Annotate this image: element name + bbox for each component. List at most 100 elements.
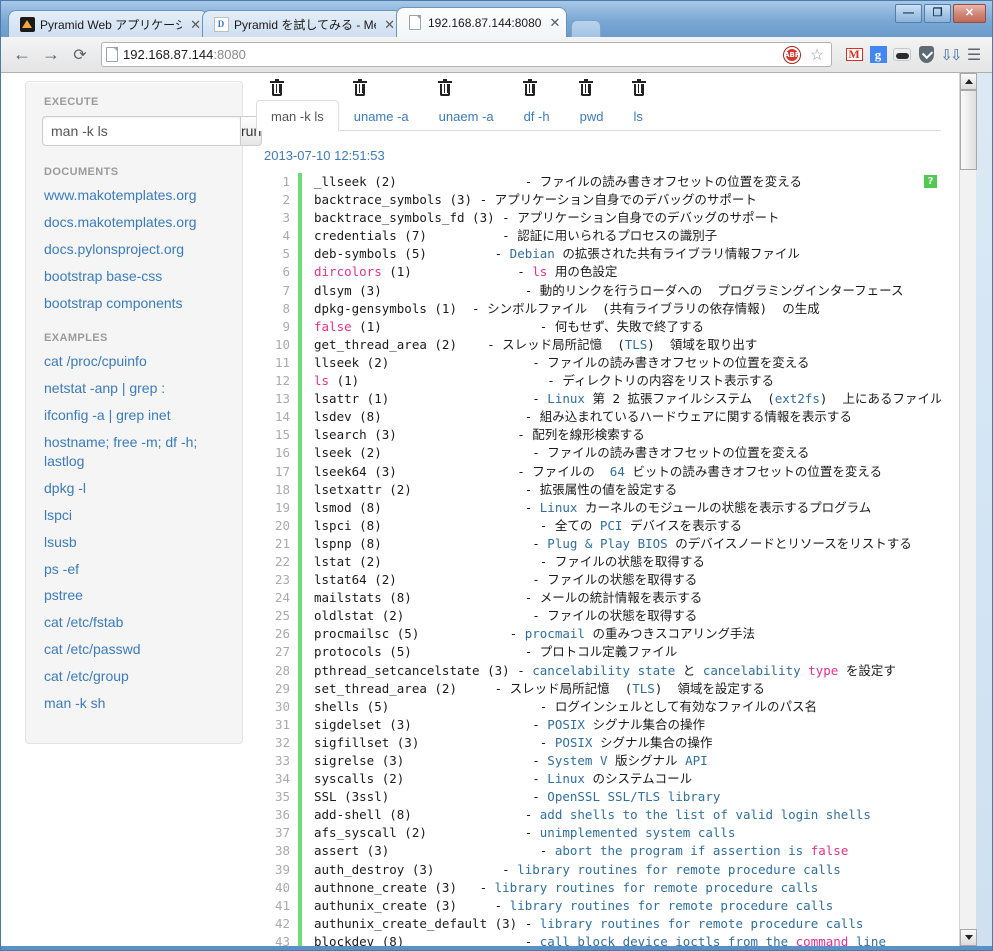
code-line: auth_destroy (3) - library routines for … bbox=[314, 861, 841, 877]
line-number: 22 bbox=[274, 553, 290, 569]
browser-tab-0[interactable]: Pyramid Web アプリケーション ✕ bbox=[8, 10, 208, 37]
browser-tab-2[interactable]: 192.168.87.144:8080 ✕ bbox=[396, 7, 568, 37]
document-icon bbox=[407, 15, 423, 31]
browser-toolbar: ← → ⟳ 192.168.87.144:8080 ABP ☆ M g ⇩⇩ ☰ bbox=[1, 37, 992, 73]
browser-tab-label: 192.168.87.144:8080 bbox=[428, 15, 542, 30]
main-content: man -k ls uname -a unaem -a df -h pwd ls 2013… bbox=[256, 73, 959, 946]
line-number: 5 bbox=[282, 246, 290, 262]
line-number: 40 bbox=[274, 879, 290, 895]
code-line: dpkg-gensymbols (1) - シンボルファイル (共有ライブラリの… bbox=[314, 300, 820, 316]
new-tab-button[interactable] bbox=[571, 20, 602, 37]
line-number: 17 bbox=[274, 463, 290, 479]
code-line: dlsym (3) - 動的リンクを行うローダへの プログラミングインターフェー… bbox=[314, 282, 904, 298]
google-icon[interactable]: g bbox=[868, 45, 888, 65]
document-link-2[interactable]: docs.pylonsproject.org bbox=[44, 240, 226, 259]
document-link-0[interactable]: www.makotemplates.org bbox=[44, 186, 226, 205]
line-number: 2 bbox=[282, 192, 290, 208]
line-number-gutter: 1 2 3 4 5 6 7 8 9 10 11 12 13 14 15 16 17 18 19 20 21 22 23 24 2… bbox=[256, 173, 302, 946]
gmail-icon[interactable]: M bbox=[844, 45, 864, 65]
extension-icons: M g ⇩⇩ ☰ bbox=[840, 45, 984, 65]
line-number: 35 bbox=[274, 789, 290, 805]
adblock-plus-icon[interactable]: ABP bbox=[782, 45, 802, 65]
command-tab-4[interactable]: pwd bbox=[565, 100, 619, 131]
scrollbar-track[interactable] bbox=[960, 170, 976, 929]
document-link-4[interactable]: bootstrap components bbox=[44, 294, 226, 313]
example-link-8[interactable]: pstree bbox=[44, 586, 226, 605]
example-link-1[interactable]: netstat -anp | grep : bbox=[44, 379, 226, 398]
code-line: lseek (2) - ファイルの読み書きオフセットの位置を変える bbox=[314, 445, 810, 461]
line-number: 23 bbox=[274, 572, 290, 588]
example-link-4[interactable]: dpkg -l bbox=[44, 479, 226, 498]
example-link-3[interactable]: hostname; free -m; df -h; lastlog bbox=[44, 433, 226, 471]
address-bar[interactable]: 192.168.87.144:8080 ABP ☆ bbox=[101, 42, 832, 67]
chrome-menu-icon[interactable]: ☰ bbox=[964, 45, 984, 65]
minimize-button[interactable]: — bbox=[895, 4, 922, 23]
scroll-up-button[interactable] bbox=[960, 73, 977, 90]
trash-icon[interactable] bbox=[522, 79, 537, 97]
forward-icon[interactable]: → bbox=[38, 42, 64, 68]
browser-tab-close-icon[interactable]: ✕ bbox=[549, 16, 560, 29]
close-button[interactable]: ✕ bbox=[953, 4, 986, 23]
line-number: 9 bbox=[282, 318, 290, 334]
bookmark-star-icon[interactable]: ☆ bbox=[807, 45, 827, 65]
shield-icon[interactable] bbox=[916, 45, 936, 65]
line-number: 21 bbox=[274, 535, 290, 551]
example-link-12[interactable]: man -k sh bbox=[44, 694, 226, 713]
line-number: 19 bbox=[274, 499, 290, 515]
trash-icon[interactable] bbox=[578, 79, 593, 97]
browser-tab-close-icon[interactable]: ✕ bbox=[190, 18, 201, 31]
browser-tab-close-icon[interactable]: ✕ bbox=[384, 18, 395, 31]
command-tab-bar: man -k ls uname -a unaem -a df -h pwd ls bbox=[256, 79, 941, 131]
document-link-3[interactable]: bootstrap base-css bbox=[44, 267, 226, 286]
example-link-6[interactable]: lsusb bbox=[44, 533, 226, 552]
command-tab-5[interactable]: ls bbox=[618, 100, 657, 131]
sidebar: EXECUTE run DOCUMENTS www.makotemplates.… bbox=[25, 81, 263, 744]
command-tab-group-5: ls bbox=[618, 79, 657, 131]
page-scrollbar[interactable] bbox=[959, 73, 977, 946]
command-tab-3[interactable]: df -h bbox=[509, 100, 565, 131]
example-link-2[interactable]: ifconfig -a | grep inet bbox=[44, 406, 226, 425]
downloads-icon[interactable]: ⇩⇩ bbox=[940, 45, 962, 65]
example-link-0[interactable]: cat /proc/cpuinfo bbox=[44, 352, 226, 371]
line-number: 26 bbox=[274, 626, 290, 642]
command-tab-1[interactable]: uname -a bbox=[339, 100, 424, 131]
reload-icon[interactable]: ⟳ bbox=[67, 42, 93, 68]
document-letter-icon: D bbox=[213, 16, 229, 32]
back-icon[interactable]: ← bbox=[9, 42, 35, 68]
code-line: llseek (2) - ファイルの読み書きオフセットの位置を変える bbox=[314, 354, 810, 370]
trash-icon[interactable] bbox=[437, 79, 452, 97]
line-number: 3 bbox=[282, 210, 290, 226]
maximize-button[interactable]: ❐ bbox=[924, 4, 951, 23]
example-link-9[interactable]: cat /etc/fstab bbox=[44, 613, 226, 632]
scrollbar-thumb[interactable] bbox=[960, 90, 977, 170]
timestamp: 2013-07-10 12:51:53 bbox=[264, 148, 385, 163]
example-link-11[interactable]: cat /etc/group bbox=[44, 667, 226, 686]
example-link-5[interactable]: lspci bbox=[44, 506, 226, 525]
code-line: shells (5) - ログインシェルとして有効なファイルのパス名 bbox=[314, 698, 817, 714]
browser-tab-1[interactable]: D Pyramid を試してみる - Mer ✕ bbox=[202, 10, 402, 37]
trash-icon[interactable] bbox=[352, 79, 367, 97]
line-number: 20 bbox=[274, 517, 290, 533]
trash-icon[interactable] bbox=[270, 79, 284, 97]
command-tab-2[interactable]: unaem -a bbox=[424, 100, 509, 131]
command-tab-group-1: uname -a bbox=[339, 79, 424, 131]
mask-icon[interactable] bbox=[892, 45, 912, 65]
trash-icon[interactable] bbox=[632, 79, 647, 97]
code-line: deb-symbols (5) - Debian の拡張された共有ライブラリ情報… bbox=[314, 246, 800, 262]
line-number: 24 bbox=[274, 590, 290, 606]
code-line: SSL (3ssl) - OpenSSL SSL/TLS library bbox=[314, 789, 721, 805]
example-link-10[interactable]: cat /etc/passwd bbox=[44, 640, 226, 659]
help-badge[interactable]: ? bbox=[924, 175, 937, 188]
line-number: 12 bbox=[274, 373, 290, 389]
code-line: oldlstat (2) - ファイルの状態を取得する bbox=[314, 608, 698, 624]
code-line: lsmod (8) - Linux カーネルのモジュールの状態を表示するプログラ… bbox=[314, 499, 872, 515]
document-link-1[interactable]: docs.makotemplates.org bbox=[44, 213, 226, 232]
code-line: lsetxattr (2) - 拡張属性の値を設定する bbox=[314, 481, 678, 497]
example-link-7[interactable]: ps -ef bbox=[44, 560, 226, 579]
command-tab-0[interactable]: man -k ls bbox=[256, 100, 339, 131]
scroll-down-button[interactable] bbox=[960, 929, 977, 946]
code-line: lsearch (3) - 配列を線形検索する bbox=[314, 427, 645, 443]
command-tab-group-3: df -h bbox=[509, 79, 565, 131]
code-line: _llseek (2) - ファイルの読み書きオフセットの位置を変える bbox=[314, 174, 802, 189]
command-input[interactable] bbox=[42, 116, 240, 146]
